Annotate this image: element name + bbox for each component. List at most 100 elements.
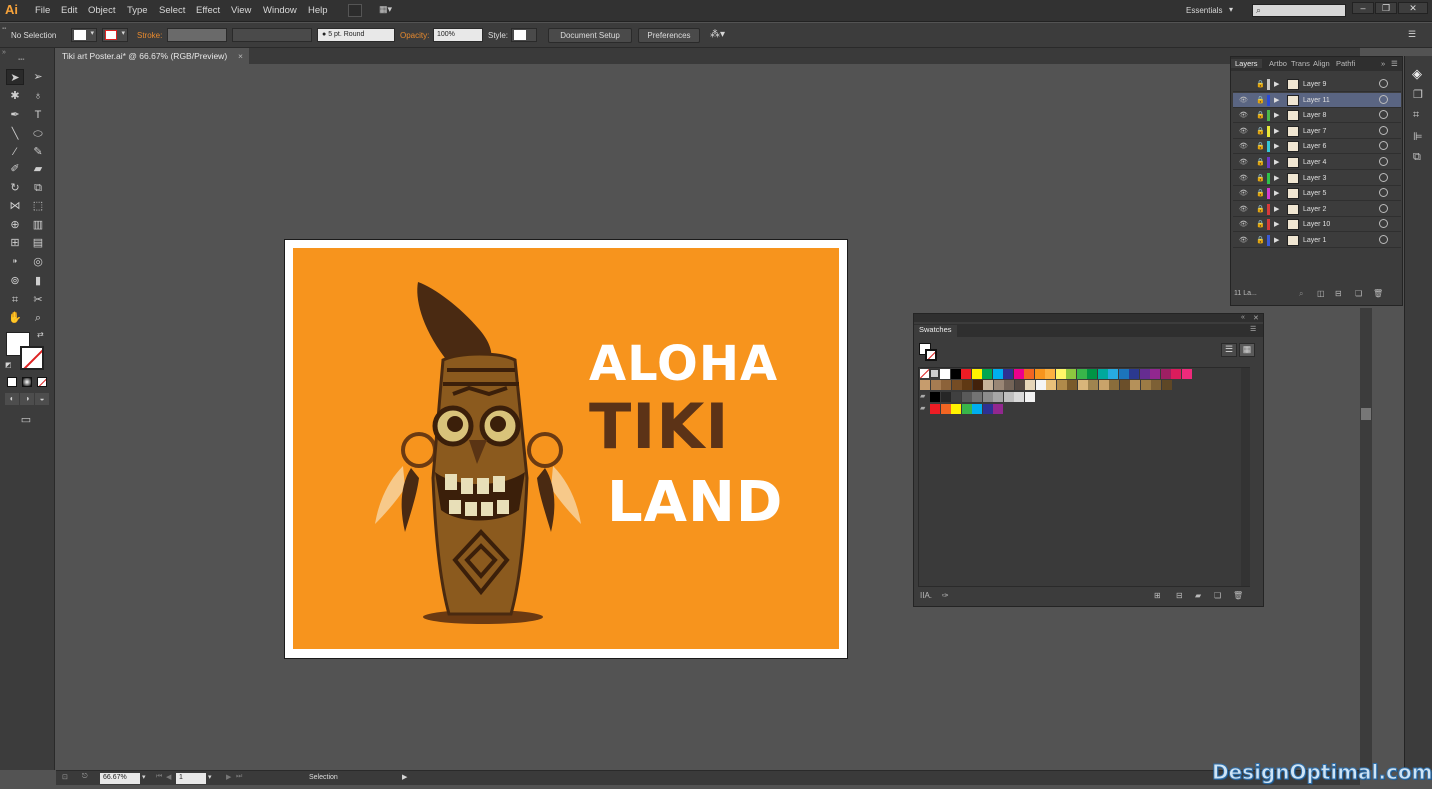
- lock-icon[interactable]: 🔒: [1256, 80, 1265, 88]
- delete-layer-icon[interactable]: 🗑: [1373, 289, 1383, 298]
- eyedropper-tool-icon[interactable]: ⁍: [6, 254, 24, 270]
- close-window-button[interactable]: ✕: [1398, 2, 1428, 14]
- rotate-tool-icon[interactable]: ↻: [6, 180, 24, 196]
- vertical-scroll-thumb[interactable]: [1361, 408, 1371, 420]
- color-swatch[interactable]: [951, 380, 962, 390]
- color-swatch[interactable]: [961, 404, 972, 414]
- pathfinder-panel-icon[interactable]: ⧉: [1413, 151, 1421, 164]
- color-swatch[interactable]: [1055, 369, 1066, 379]
- shape-builder-tool-icon[interactable]: ⊕: [6, 217, 24, 233]
- color-swatch[interactable]: [972, 380, 983, 390]
- status-menu-icon[interactable]: ▶: [402, 773, 407, 781]
- stroke-swatch-large[interactable]: [20, 346, 44, 370]
- swatches-menu-icon[interactable]: ☰: [1250, 325, 1256, 333]
- color-swatch[interactable]: [972, 392, 982, 402]
- target-circle-icon[interactable]: [1379, 219, 1388, 229]
- expand-triangle-icon[interactable]: ▶: [1274, 142, 1279, 150]
- layer-name[interactable]: Layer 2: [1303, 206, 1326, 213]
- magic-wand-tool-icon[interactable]: ✱: [6, 88, 24, 104]
- visibility-eye-icon[interactable]: 👁: [1239, 189, 1248, 197]
- expand-triangle-icon[interactable]: ▶: [1274, 189, 1279, 197]
- new-color-group-icon[interactable]: ⊟: [1176, 591, 1183, 600]
- first-artboard-icon[interactable]: ⏮: [156, 773, 162, 781]
- expand-triangle-icon[interactable]: ▶: [1274, 220, 1279, 228]
- paintbrush-tool-icon[interactable]: ⁄: [6, 144, 24, 160]
- color-swatch[interactable]: [1077, 380, 1088, 390]
- color-swatch[interactable]: [1014, 380, 1025, 390]
- color-swatch[interactable]: [1129, 369, 1139, 379]
- layer-name[interactable]: Layer 3: [1303, 175, 1326, 182]
- tab-transform[interactable]: Trans: [1291, 59, 1310, 68]
- menu-file[interactable]: File: [35, 5, 50, 16]
- target-circle-icon[interactable]: [1379, 125, 1388, 135]
- transform-panel-icon[interactable]: ⌗: [1413, 109, 1419, 122]
- swatches-scrollbar[interactable]: [1241, 368, 1250, 586]
- workspace-chevron-icon[interactable]: ▾: [1229, 5, 1233, 14]
- gradient-tool-icon[interactable]: ▤: [29, 235, 47, 251]
- layer-row[interactable]: 👁 🔒 ▶ Layer 1: [1233, 233, 1401, 248]
- visibility-eye-icon[interactable]: 👁: [1239, 205, 1248, 213]
- brights-folder-icon[interactable]: ▰: [920, 404, 929, 413]
- color-swatch[interactable]: [920, 380, 930, 390]
- collapse-panel-icon[interactable]: «: [1241, 314, 1245, 321]
- slice-tool-icon[interactable]: ✂: [29, 292, 47, 308]
- color-swatch[interactable]: [940, 392, 951, 402]
- scale-tool-icon[interactable]: ⧉: [29, 180, 47, 196]
- layer-row[interactable]: 👁 🔒 ▶ Layer 5: [1233, 186, 1401, 202]
- thumbnail-view-icon[interactable]: ▦: [1239, 343, 1255, 357]
- menu-effect[interactable]: Effect: [196, 5, 220, 16]
- layer-name[interactable]: Layer 11: [1303, 97, 1330, 104]
- color-swatch[interactable]: [1160, 369, 1171, 379]
- expand-triangle-icon[interactable]: ▶: [1274, 205, 1279, 213]
- target-circle-icon[interactable]: [1379, 157, 1388, 166]
- menu-window[interactable]: Window: [263, 5, 297, 16]
- current-stroke-swatch[interactable]: [925, 349, 937, 361]
- target-circle-icon[interactable]: [1379, 188, 1388, 198]
- visibility-eye-icon[interactable]: 👁: [1239, 127, 1248, 135]
- panel-menu-icon[interactable]: ☰: [1391, 59, 1398, 68]
- arrange-documents-icon[interactable]: ▦▾: [379, 4, 399, 17]
- expand-triangle-icon[interactable]: ▶: [1274, 96, 1279, 104]
- layer-row[interactable]: 👁 🔒 ▶ Layer 10: [1233, 217, 1401, 233]
- tab-swatches[interactable]: Swatches: [914, 325, 957, 337]
- blob-brush-tool-icon[interactable]: ✐: [6, 161, 24, 177]
- color-swatch[interactable]: [1067, 380, 1077, 390]
- line-tool-icon[interactable]: ╲: [6, 126, 24, 142]
- expand-triangle-icon[interactable]: ▶: [1274, 174, 1279, 182]
- stroke-weight-field[interactable]: [167, 28, 227, 42]
- lock-icon[interactable]: 🔒: [1256, 205, 1265, 213]
- color-swatch[interactable]: [1066, 369, 1076, 379]
- new-sublayer-icon[interactable]: ⊟: [1335, 289, 1342, 298]
- artboard-nav-icon[interactable]: ⊡: [62, 773, 68, 781]
- color-swatch[interactable]: [1045, 369, 1055, 379]
- next-artboard-icon[interactable]: ▶: [226, 773, 231, 781]
- mesh-tool-icon[interactable]: ⊞: [6, 235, 24, 251]
- locate-object-icon[interactable]: ⌕: [1299, 289, 1303, 299]
- minimize-button[interactable]: –: [1352, 2, 1374, 14]
- lock-icon[interactable]: 🔒: [1256, 127, 1265, 135]
- lock-icon[interactable]: 🔒: [1256, 220, 1265, 228]
- swatch-libraries-icon[interactable]: IIA.: [920, 591, 932, 600]
- color-swatch[interactable]: [1003, 369, 1013, 379]
- width-tool-icon[interactable]: ⋈: [6, 198, 24, 214]
- fill-color-picker[interactable]: ▾: [71, 28, 97, 42]
- prev-artboard-icon[interactable]: ◀: [166, 773, 171, 781]
- target-circle-icon[interactable]: [1379, 141, 1388, 151]
- color-swatch[interactable]: [1046, 380, 1056, 390]
- menu-type[interactable]: Type: [127, 5, 148, 16]
- visibility-eye-icon[interactable]: 👁: [1239, 142, 1248, 150]
- color-swatch[interactable]: [982, 392, 993, 402]
- color-swatch[interactable]: [1088, 380, 1098, 390]
- color-swatch[interactable]: [1004, 380, 1014, 390]
- color-swatch[interactable]: [1025, 380, 1035, 390]
- target-circle-icon[interactable]: [1379, 110, 1388, 120]
- color-swatch[interactable]: [1014, 392, 1024, 402]
- color-swatch[interactable]: [1139, 369, 1150, 379]
- type-tool-icon[interactable]: T: [29, 107, 47, 123]
- artboard-dropdown-icon[interactable]: ▾: [208, 773, 212, 781]
- poster-background[interactable]: ALOHA TIKI LAND: [293, 248, 839, 649]
- zoom-field[interactable]: 66.67%: [100, 773, 140, 784]
- arrange-icon[interactable]: ⁂▾: [710, 29, 725, 40]
- lock-icon[interactable]: 🔒: [1256, 111, 1265, 119]
- ellipse-tool-icon[interactable]: ⬭: [29, 126, 47, 142]
